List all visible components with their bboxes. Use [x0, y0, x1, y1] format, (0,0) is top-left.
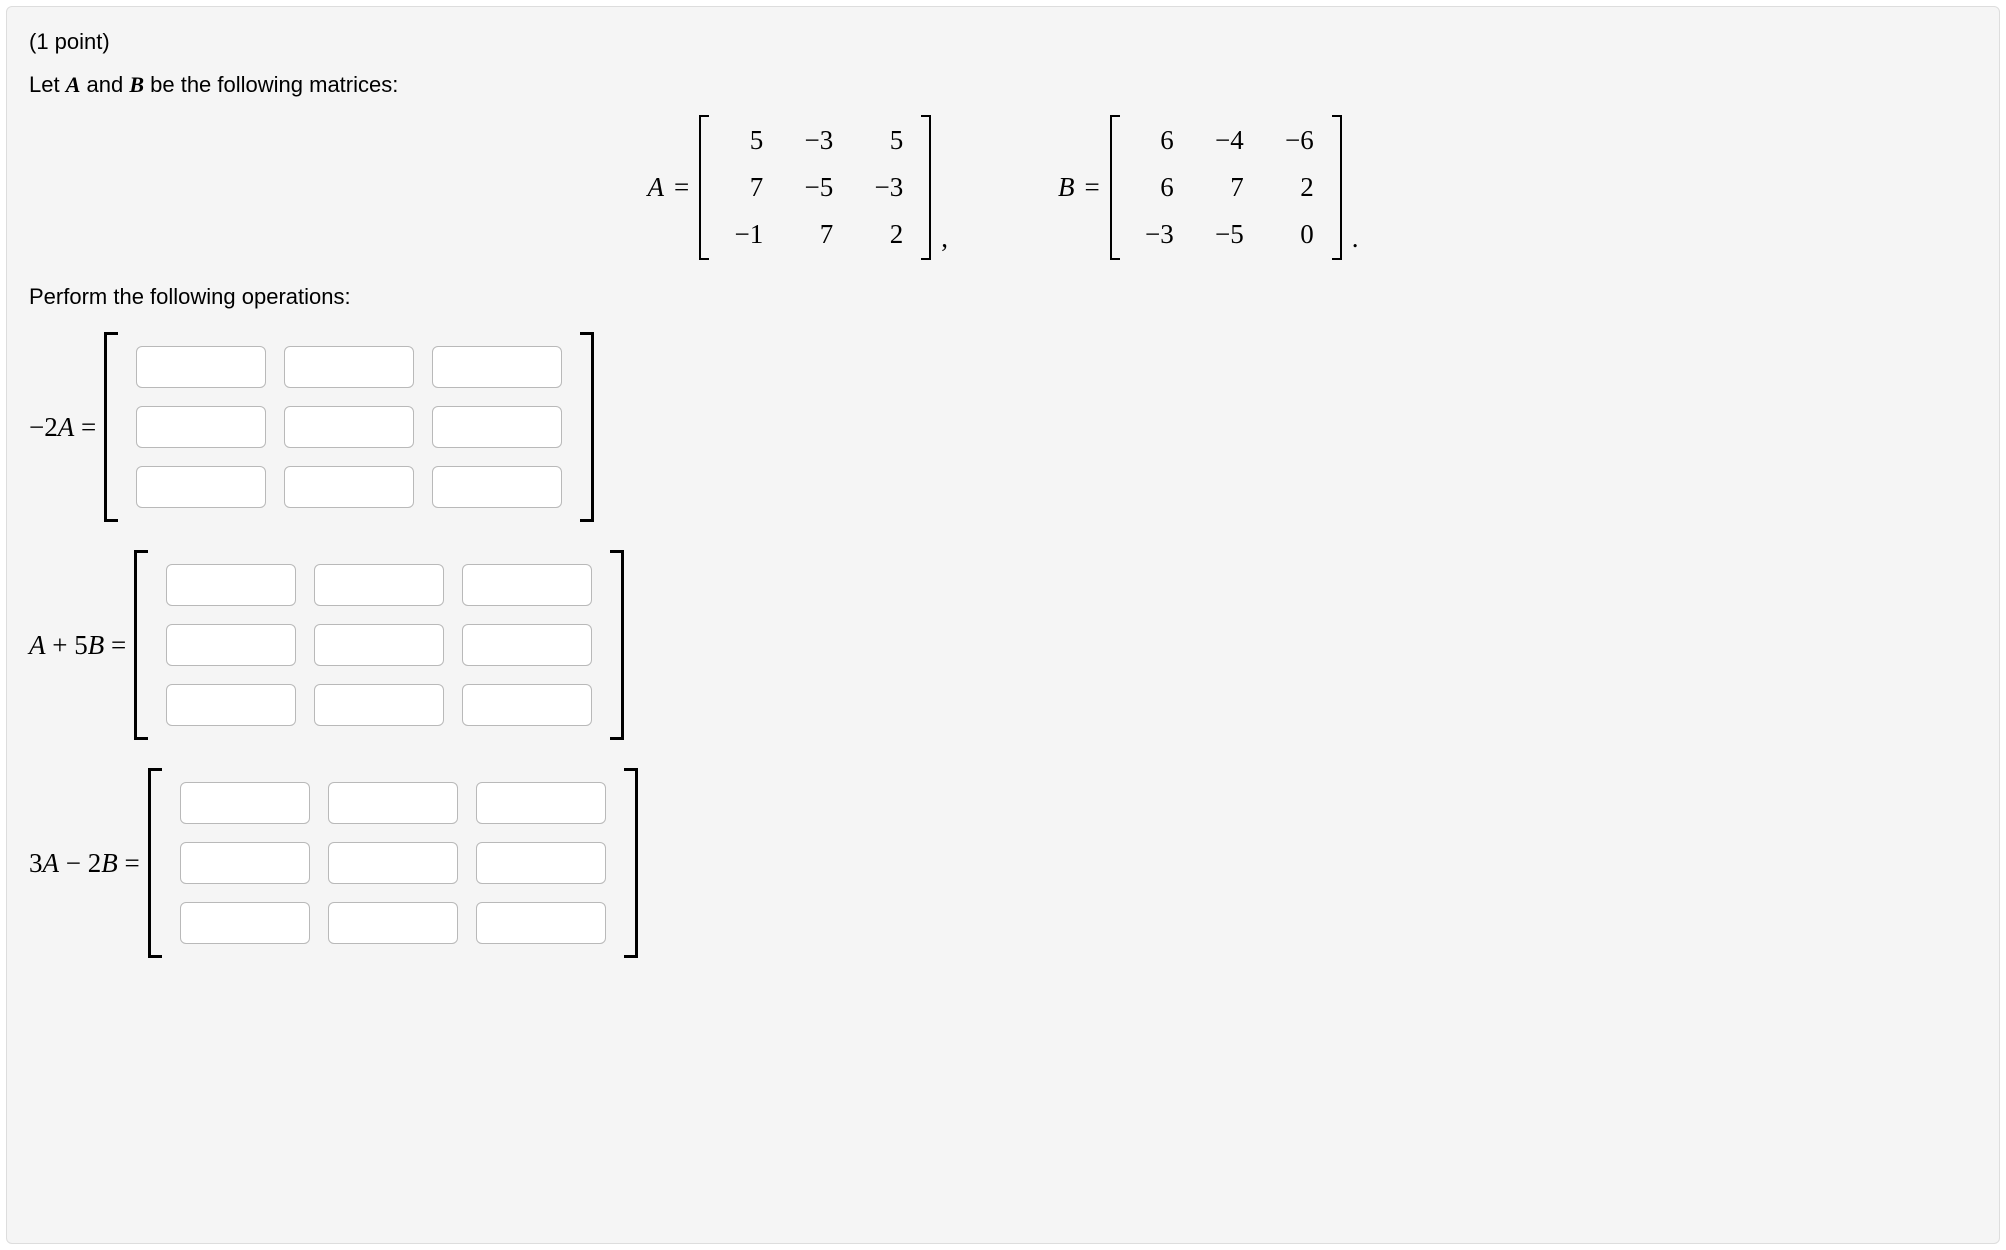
matrix-A-cell: −1 — [727, 219, 763, 250]
intro-mid: and — [80, 72, 129, 97]
matrix-entry-input[interactable] — [136, 466, 266, 508]
matrix-B-cell: 0 — [1278, 219, 1314, 250]
matrix-B-cell: −5 — [1208, 219, 1244, 250]
matrix-A: 5 −3 5 7 −5 −3 −1 7 2 — [709, 115, 921, 260]
bracket-left — [134, 550, 148, 740]
matrix-entry-input[interactable] — [432, 466, 562, 508]
matrix-entry-input[interactable] — [166, 624, 296, 666]
matrix-entry-input[interactable] — [136, 346, 266, 388]
matrix-A-cell: 5 — [727, 125, 763, 156]
bracket-left — [1110, 115, 1120, 260]
comma: , — [941, 223, 948, 254]
matrix-entry-input[interactable] — [284, 346, 414, 388]
intro-line: Let A and B be the following matrices: — [29, 68, 1977, 101]
matrix-entry-input[interactable] — [462, 624, 592, 666]
matrix-B: 6 −4 −6 6 7 2 −3 −5 0 — [1120, 115, 1332, 260]
matrix-A-cell: 2 — [867, 219, 903, 250]
period: . — [1352, 223, 1359, 254]
var-B-def: B — [1058, 172, 1075, 202]
answer-label: 3A − 2B = — [29, 848, 140, 879]
answer-row: 3A − 2B = — [29, 768, 1977, 958]
matrix-B-cell: 2 — [1278, 172, 1314, 203]
matrix-entry-input[interactable] — [166, 564, 296, 606]
intro-prefix: Let — [29, 72, 66, 97]
bracket-left — [148, 768, 162, 958]
answer-label: −2A = — [29, 412, 96, 443]
matrix-entry-input[interactable] — [432, 406, 562, 448]
matrix-B-cell: −6 — [1278, 125, 1314, 156]
var-B-intro: B — [129, 72, 144, 97]
matrix-entry-input[interactable] — [476, 902, 606, 944]
var-A-intro: A — [66, 72, 81, 97]
bracket-right — [1332, 115, 1342, 260]
intro-suffix: be the following matrices: — [144, 72, 398, 97]
answer-matrix-grid — [132, 332, 566, 522]
perform-line: Perform the following operations: — [29, 284, 1977, 310]
matrix-entry-input[interactable] — [314, 624, 444, 666]
matrix-entry-input[interactable] — [180, 902, 310, 944]
bracket-right — [610, 550, 624, 740]
matrix-entry-input[interactable] — [136, 406, 266, 448]
answer-label: A + 5B = — [29, 630, 126, 661]
matrix-A-cell: −5 — [797, 172, 833, 203]
points-line: (1 point) — [29, 25, 1977, 58]
bracket-right — [921, 115, 931, 260]
matrix-entry-input[interactable] — [166, 684, 296, 726]
matrix-B-cell: −3 — [1138, 219, 1174, 250]
matrix-A-block: A = 5 −3 5 7 −5 −3 −1 7 2 , — [648, 115, 948, 260]
bracket-right — [624, 768, 638, 958]
answer-row: A + 5B = — [29, 550, 1977, 740]
matrix-entry-input[interactable] — [328, 842, 458, 884]
bracket-left — [104, 332, 118, 522]
matrix-entry-input[interactable] — [314, 684, 444, 726]
matrix-B-cell: 6 — [1138, 125, 1174, 156]
answers-container: −2A = A + 5B = 3A − 2B = — [29, 332, 1977, 958]
matrix-entry-input[interactable] — [328, 902, 458, 944]
matrix-entry-input[interactable] — [476, 782, 606, 824]
answer-matrix-grid — [162, 550, 596, 740]
matrix-entry-input[interactable] — [432, 346, 562, 388]
matrix-B-cell: 7 — [1208, 172, 1244, 203]
eq-B: = — [1085, 172, 1100, 203]
eq-A: = — [674, 172, 689, 203]
matrix-entry-input[interactable] — [284, 406, 414, 448]
matrix-entry-input[interactable] — [476, 842, 606, 884]
problem-panel: (1 point) Let A and B be the following m… — [6, 6, 2000, 1244]
matrix-entry-input[interactable] — [314, 564, 444, 606]
matrix-definitions: A = 5 −3 5 7 −5 −3 −1 7 2 , B — [29, 115, 1977, 260]
matrix-entry-input[interactable] — [462, 564, 592, 606]
matrix-A-cell: −3 — [797, 125, 833, 156]
matrix-entry-input[interactable] — [180, 842, 310, 884]
matrix-B-cell: −4 — [1208, 125, 1244, 156]
matrix-A-cell: 7 — [797, 219, 833, 250]
var-A-def: A — [648, 172, 665, 202]
matrix-B-cell: 6 — [1138, 172, 1174, 203]
answer-row: −2A = — [29, 332, 1977, 522]
matrix-entry-input[interactable] — [328, 782, 458, 824]
matrix-B-block: B = 6 −4 −6 6 7 2 −3 −5 0 . — [1058, 115, 1358, 260]
matrix-entry-input[interactable] — [462, 684, 592, 726]
matrix-A-cell: −3 — [867, 172, 903, 203]
matrix-entry-input[interactable] — [284, 466, 414, 508]
matrix-entry-input[interactable] — [180, 782, 310, 824]
matrix-A-cell: 7 — [727, 172, 763, 203]
matrix-A-cell: 5 — [867, 125, 903, 156]
bracket-left — [699, 115, 709, 260]
answer-matrix-grid — [176, 768, 610, 958]
bracket-right — [580, 332, 594, 522]
